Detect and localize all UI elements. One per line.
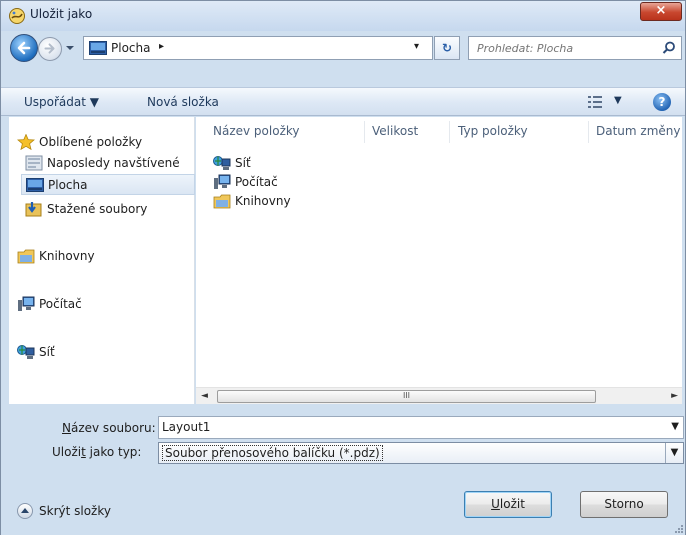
title-bar: Uložit jako × <box>1 1 685 31</box>
star-icon <box>17 134 35 150</box>
nav-computer-label: Počítač <box>39 297 82 311</box>
nav-libraries-label: Knihovny <box>39 249 95 263</box>
libraries-icon <box>213 194 231 209</box>
resize-grip-icon[interactable] <box>674 524 684 534</box>
views-dropdown-icon[interactable]: ▼ <box>614 95 622 106</box>
navigation-bar: Plocha ▸ ▾ ↻ <box>1 31 685 63</box>
window-title: Uložit jako <box>30 7 93 21</box>
file-item-libraries[interactable]: Knihovny <box>213 192 363 210</box>
back-button[interactable] <box>10 34 38 62</box>
app-icon <box>9 8 25 24</box>
libraries-icon <box>17 249 35 264</box>
filename-label: Název souboru: <box>62 421 156 435</box>
computer-icon <box>18 296 35 311</box>
forward-button[interactable] <box>38 37 62 61</box>
filetype-dropdown-icon[interactable]: ▼ <box>665 443 683 463</box>
view-list-icon <box>588 96 602 108</box>
breadcrumb-chevron-icon[interactable]: ▸ <box>159 41 164 52</box>
hide-folders-toggle[interactable]: Skrýt složky <box>17 502 137 520</box>
file-item-label: Síť <box>235 156 251 170</box>
filetype-label-text: jako typ: <box>85 445 142 459</box>
nav-computer[interactable]: Počítač <box>17 294 187 314</box>
file-item-network[interactable]: Síť <box>213 154 363 172</box>
column-header-size[interactable]: Velikost <box>372 124 418 138</box>
filename-value[interactable]: Layout1 <box>162 420 210 434</box>
save-button-text: ložit <box>499 497 525 511</box>
search-box[interactable] <box>468 36 682 60</box>
views-button[interactable]: ▼ <box>587 95 627 109</box>
address-dropdown-icon[interactable]: ▾ <box>414 41 419 52</box>
search-icon[interactable] <box>662 41 676 55</box>
column-separator[interactable] <box>588 121 589 143</box>
filetype-label-pre: Uloži <box>52 445 82 459</box>
filetype-value[interactable]: Soubor přenosového balíčku (*.pdz) <box>162 445 383 461</box>
nav-item-label: Naposledy navštívené <box>47 156 180 170</box>
column-separator[interactable] <box>449 121 450 143</box>
address-bar[interactable]: Plocha ▸ ▾ <box>83 36 433 60</box>
save-as-dialog: Uložit jako × Plocha ▸ ▾ ↻ Prohledat: Pl… <box>0 0 686 535</box>
column-separator[interactable] <box>364 121 365 143</box>
command-toolbar: Uspořádat ▼ Nová složka ▼ ? <box>1 87 685 116</box>
column-header-date[interactable]: Datum změny <box>596 124 681 138</box>
scroll-left-icon[interactable]: ◄ <box>201 391 208 401</box>
scroll-right-icon[interactable]: ► <box>671 391 678 401</box>
column-header-type[interactable]: Typ položky <box>458 124 528 138</box>
filename-dropdown-icon[interactable]: ▼ <box>671 421 679 432</box>
navigation-pane: Oblíbené položky Naposledy navštívené Pl… <box>9 117 195 404</box>
help-button[interactable]: ? <box>653 93 671 111</box>
scrollbar-thumb[interactable]: III <box>217 390 596 403</box>
save-button-accesskey: U <box>491 497 500 511</box>
save-form: Název souboru: Layout1 ▼ Uložit jako typ… <box>1 405 685 535</box>
network-icon <box>17 345 35 359</box>
refresh-button[interactable]: ↻ <box>434 36 460 60</box>
nav-network-label: Síť <box>39 345 55 359</box>
file-list[interactable]: Název položky Velikost Typ položky Datum… <box>196 117 682 404</box>
filename-label-accesskey: N <box>62 421 71 435</box>
file-item-computer[interactable]: Počítač <box>213 173 363 191</box>
cancel-button[interactable]: Storno <box>580 491 668 518</box>
filetype-label: Uložit jako typ: <box>52 445 141 459</box>
nav-favorites[interactable]: Oblíbené položky <box>17 132 187 152</box>
file-item-label: Počítač <box>235 175 278 189</box>
save-button[interactable]: Uložit <box>464 491 552 518</box>
desktop-icon <box>89 41 107 55</box>
downloads-folder-icon <box>25 202 42 217</box>
nav-item-downloads[interactable]: Stažené soubory <box>25 199 195 219</box>
nav-item-label: Stažené soubory <box>47 202 148 216</box>
nav-favorites-label: Oblíbené položky <box>39 135 143 149</box>
collapse-up-icon <box>17 503 33 519</box>
nav-item-label: Plocha <box>48 178 88 192</box>
recent-places-icon <box>25 155 43 171</box>
filetype-select[interactable]: Soubor přenosového balíčku (*.pdz) ▼ <box>158 442 684 464</box>
address-location[interactable]: Plocha <box>111 41 150 55</box>
nav-item-desktop[interactable]: Plocha <box>21 174 195 195</box>
desktop-icon <box>26 178 44 192</box>
close-button[interactable]: × <box>640 2 682 21</box>
filename-label-text: ázev souboru: <box>70 421 156 435</box>
organize-button[interactable]: Uspořádat ▼ <box>24 95 99 109</box>
nav-network[interactable]: Síť <box>17 342 187 362</box>
new-folder-button[interactable]: Nová složka <box>147 95 219 109</box>
computer-icon <box>214 174 231 189</box>
column-header-name[interactable]: Název položky <box>213 124 299 138</box>
network-icon <box>213 156 231 170</box>
file-item-label: Knihovny <box>235 194 291 208</box>
recent-pages-dropdown-icon[interactable] <box>65 43 75 53</box>
arrow-right-icon <box>44 43 55 54</box>
arrow-left-icon <box>17 41 31 55</box>
hide-folders-label: Skrýt složky <box>39 504 111 518</box>
horizontal-scrollbar[interactable]: ◄ III ► <box>196 387 682 404</box>
nav-libraries[interactable]: Knihovny <box>17 246 187 266</box>
search-input[interactable] <box>475 39 655 57</box>
nav-item-recent-places[interactable]: Naposledy navštívené <box>25 153 195 173</box>
filename-field[interactable]: Layout1 ▼ <box>158 416 684 439</box>
